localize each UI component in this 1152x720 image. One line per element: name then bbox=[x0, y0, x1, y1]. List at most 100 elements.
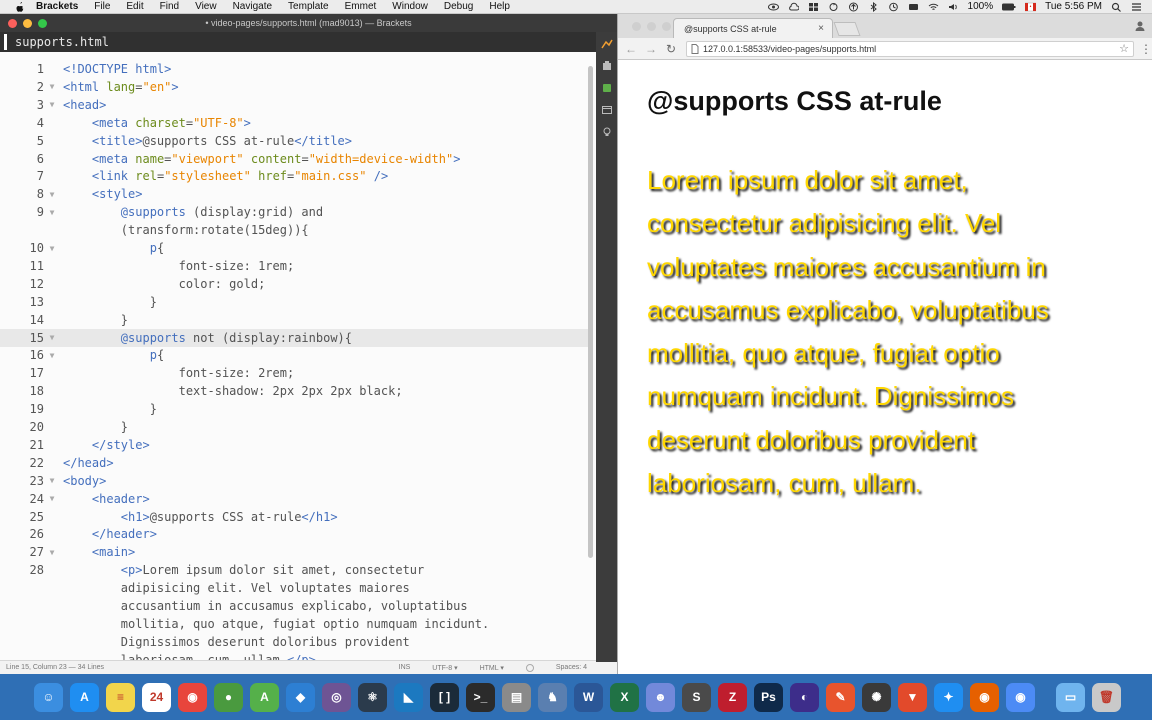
menu-window[interactable]: Window bbox=[392, 0, 428, 14]
code-line[interactable]: 25 <h1>@supports CSS at-rule</h1> bbox=[0, 508, 588, 526]
vscode-icon[interactable]: ◣ bbox=[394, 682, 423, 712]
notes-icon[interactable]: ≡ bbox=[106, 682, 135, 712]
apple-logo-icon[interactable] bbox=[14, 1, 26, 13]
menu-debug[interactable]: Debug bbox=[444, 0, 473, 14]
forward-arrow-icon[interactable]: → bbox=[644, 42, 658, 56]
excel-icon[interactable]: X bbox=[610, 682, 639, 712]
insert-mode-toggle[interactable]: INS bbox=[399, 664, 411, 671]
safari-icon[interactable]: ✦ bbox=[934, 682, 963, 712]
volume-icon[interactable] bbox=[948, 2, 959, 12]
sublime-icon[interactable]: S bbox=[682, 682, 711, 712]
menu-navigate[interactable]: Navigate bbox=[233, 0, 272, 14]
time-machine-icon[interactable] bbox=[888, 2, 899, 12]
fold-toggle-icon[interactable]: ▼ bbox=[44, 208, 60, 217]
browser-tab[interactable]: @supports CSS at-rule × bbox=[673, 18, 833, 38]
spotlight-search-icon[interactable] bbox=[1111, 2, 1122, 12]
lightbulb-icon[interactable] bbox=[601, 126, 613, 138]
code-line[interactable]: 14 } bbox=[0, 311, 588, 329]
bookmark-star-icon[interactable]: ☆ bbox=[1119, 42, 1129, 55]
fold-toggle-icon[interactable]: ▼ bbox=[44, 100, 60, 109]
code-line[interactable]: 11 font-size: 1rem; bbox=[0, 257, 588, 275]
code-line[interactable]: 12 color: gold; bbox=[0, 275, 588, 293]
battery-percent[interactable]: 100% bbox=[968, 1, 994, 12]
code-line[interactable]: 1 <!DOCTYPE html> bbox=[0, 60, 588, 78]
address-bar[interactable]: 127.0.0.1:58533/video-pages/supports.htm… bbox=[686, 40, 1134, 57]
filezilla-icon[interactable]: Z bbox=[718, 682, 747, 712]
menu-view[interactable]: View bbox=[195, 0, 217, 14]
leaf-app-icon[interactable]: A bbox=[250, 682, 279, 712]
terminal-icon[interactable]: >_ bbox=[466, 682, 495, 712]
wifi-icon[interactable] bbox=[928, 2, 939, 12]
code-line[interactable]: 28 <p>Lorem ipsum dolor sit amet, consec… bbox=[0, 561, 588, 579]
canada-flag-icon[interactable] bbox=[1025, 2, 1037, 12]
extension-manager-icon[interactable] bbox=[601, 60, 613, 72]
code-line[interactable]: accusantium in accusamus explicabo, volu… bbox=[0, 597, 588, 615]
sourcetree-icon[interactable]: ◆ bbox=[286, 682, 315, 712]
clock[interactable]: Tue 5:56 PM bbox=[1045, 1, 1102, 12]
downloads-folder-icon[interactable]: ▭ bbox=[1056, 682, 1085, 712]
brave-icon[interactable]: ▼ bbox=[898, 682, 927, 712]
profile-icon[interactable] bbox=[1134, 20, 1146, 32]
lint-status-icon[interactable] bbox=[525, 663, 534, 672]
language-select[interactable]: HTML ▾ bbox=[480, 664, 504, 672]
code-line[interactable]: 4 <meta charset="UTF-8"> bbox=[0, 114, 588, 132]
fold-toggle-icon[interactable]: ▼ bbox=[44, 548, 60, 557]
browser-close-button[interactable] bbox=[632, 22, 641, 31]
trash-icon[interactable]: 🗑 bbox=[1092, 682, 1121, 712]
reload-icon[interactable]: ↻ bbox=[664, 42, 678, 56]
browser-menu-icon[interactable]: ⋮ bbox=[1140, 42, 1152, 56]
code-line[interactable]: 17 font-size: 2rem; bbox=[0, 364, 588, 382]
menu-app-name[interactable]: Brackets bbox=[36, 0, 78, 14]
browser-minimize-button[interactable] bbox=[647, 22, 656, 31]
code-line[interactable]: 23 ▼ <body> bbox=[0, 472, 588, 490]
page-info-icon[interactable] bbox=[691, 43, 699, 54]
code-line[interactable]: 27 ▼ <main> bbox=[0, 543, 588, 561]
code-line[interactable]: 6 <meta name="viewport" content="width=d… bbox=[0, 150, 588, 168]
menu-edit[interactable]: Edit bbox=[126, 0, 143, 14]
discord-icon[interactable]: ☻ bbox=[646, 682, 675, 712]
code-line[interactable]: 8 ▼ <style> bbox=[0, 185, 588, 203]
notification-center-icon[interactable] bbox=[1131, 2, 1142, 12]
firefox-icon[interactable]: ◉ bbox=[970, 682, 999, 712]
code-line[interactable]: 2 ▼ <html lang="en"> bbox=[0, 78, 588, 96]
code-line[interactable]: 26 </header> bbox=[0, 525, 588, 543]
brackets-icon[interactable]: [ ] bbox=[430, 682, 459, 712]
elephant-icon[interactable]: ♞ bbox=[538, 682, 567, 712]
menu-help[interactable]: Help bbox=[489, 0, 510, 14]
grid-icon[interactable] bbox=[808, 2, 819, 12]
menu-template[interactable]: Template bbox=[288, 0, 329, 14]
fold-toggle-icon[interactable]: ▼ bbox=[44, 476, 60, 485]
code-line[interactable]: 20 } bbox=[0, 418, 588, 436]
code-line[interactable]: 9 ▼ @supports (display:grid) and bbox=[0, 203, 588, 221]
fold-toggle-icon[interactable]: ▼ bbox=[44, 190, 60, 199]
code-line[interactable]: 18 text-shadow: 2px 2px 2px black; bbox=[0, 382, 588, 400]
chrome-icon[interactable]: ◉ bbox=[178, 682, 207, 712]
code-line[interactable]: 10 ▼ p{ bbox=[0, 239, 588, 257]
new-tab-button[interactable] bbox=[833, 22, 861, 36]
code-line[interactable]: 13 } bbox=[0, 293, 588, 311]
editor-scrollbar[interactable] bbox=[588, 66, 593, 558]
back-arrow-icon[interactable]: ← bbox=[624, 42, 638, 56]
fold-toggle-icon[interactable]: ▼ bbox=[44, 82, 60, 91]
app-store-icon[interactable]: A bbox=[70, 682, 99, 712]
close-tab-icon[interactable]: × bbox=[818, 23, 824, 34]
fold-toggle-icon[interactable]: ▼ bbox=[44, 351, 60, 360]
chrome-dock-icon[interactable]: ◉ bbox=[1006, 682, 1035, 712]
fold-toggle-icon[interactable]: ▼ bbox=[44, 244, 60, 253]
code-line[interactable]: 22 </head> bbox=[0, 454, 588, 472]
finder-icon[interactable]: ☺ bbox=[34, 682, 63, 712]
code-line[interactable]: Dignissimos deserunt doloribus provident bbox=[0, 633, 588, 651]
menu-emmet[interactable]: Emmet bbox=[345, 0, 377, 14]
code-line[interactable]: 5 <title>@supports CSS at-rule</title> bbox=[0, 132, 588, 150]
live-preview-icon[interactable] bbox=[600, 38, 613, 50]
battery-icon[interactable] bbox=[1002, 2, 1016, 12]
bluetooth-icon[interactable] bbox=[868, 1, 879, 12]
code-line[interactable]: 24 ▼ <header> bbox=[0, 490, 588, 508]
code-line[interactable]: (transform:rotate(15deg)){ bbox=[0, 221, 588, 239]
word-icon[interactable]: W bbox=[574, 682, 603, 712]
pen-tool-icon[interactable]: ✎ bbox=[826, 682, 855, 712]
code-line[interactable]: 3 ▼ <head> bbox=[0, 96, 588, 114]
eye-icon[interactable] bbox=[767, 2, 779, 12]
cloud-icon[interactable] bbox=[788, 2, 799, 12]
aperture-icon[interactable]: ✺ bbox=[862, 682, 891, 712]
